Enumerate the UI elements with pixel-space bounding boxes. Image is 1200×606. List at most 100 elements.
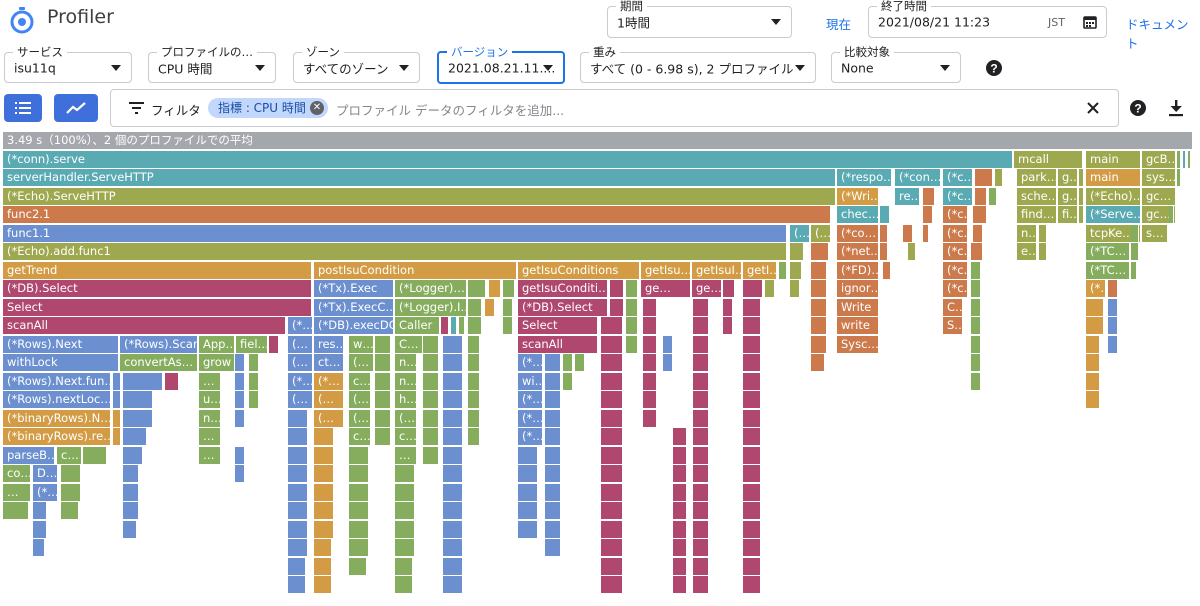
flame-frame[interactable]: … [199, 428, 221, 445]
flame-frame-small[interactable] [723, 317, 733, 334]
flame-frame-small[interactable] [545, 539, 561, 556]
flame-frame-small[interactable] [269, 335, 279, 353]
flame-frame[interactable]: Sysc… [837, 335, 879, 353]
flame-frame-small[interactable] [518, 502, 538, 519]
flame-frame-small[interactable] [693, 372, 709, 390]
flame-frame-small[interactable] [443, 428, 463, 445]
flame-frame-small[interactable] [1177, 169, 1181, 186]
flame-frame-small[interactable] [288, 428, 308, 445]
now-link[interactable]: 現在 [826, 14, 851, 33]
flame-frame-small[interactable] [673, 539, 687, 556]
flame-frame-small[interactable] [693, 391, 709, 408]
flame-frame-small[interactable] [790, 280, 800, 297]
flame-frame-small[interactable] [971, 372, 981, 390]
flame-frame-small[interactable] [83, 446, 107, 464]
flame-frame-small[interactable] [743, 465, 761, 482]
flame-frame-small[interactable] [1131, 261, 1137, 279]
end-time-field[interactable]: 終了時間 2021/08/21 11:23 JST [868, 0, 1107, 38]
flame-frame-small[interactable] [923, 187, 935, 205]
flame-frame[interactable]: main [1086, 150, 1141, 168]
flame-frame[interactable]: n… [199, 409, 221, 427]
flame-frame-small[interactable] [723, 298, 733, 316]
flame-frame-small[interactable] [423, 409, 439, 427]
flame-frame-small[interactable] [601, 576, 623, 593]
flame-frame-small[interactable] [443, 483, 463, 501]
flame-frame-small[interactable] [545, 483, 561, 501]
flame-frame-small[interactable] [811, 261, 827, 279]
flame-frame-small[interactable] [545, 354, 561, 371]
flame-frame-small[interactable] [1169, 206, 1174, 223]
flame-frame-small[interactable] [314, 520, 334, 538]
flame-frame-small[interactable] [518, 446, 538, 464]
flame-frame-small[interactable] [113, 391, 121, 408]
flame-frame-small[interactable] [314, 502, 334, 519]
flame-frame[interactable]: (… [288, 354, 313, 371]
flame-frame[interactable]: getI… [743, 261, 777, 279]
flame-frame-small[interactable] [468, 409, 480, 427]
flame-frame[interactable]: … [395, 446, 417, 464]
list-view-button[interactable] [4, 94, 42, 122]
flame-frame-small[interactable] [423, 372, 439, 390]
flame-frame[interactable]: (*Tx).Exec [314, 280, 394, 297]
flame-frame-small[interactable] [349, 502, 369, 519]
flame-frame-small[interactable] [563, 372, 573, 390]
flame-frame[interactable]: w… [349, 335, 374, 353]
flame-frame-small[interactable] [626, 280, 638, 297]
flame-frame-small[interactable] [61, 502, 79, 519]
flame-frame-small[interactable] [743, 446, 761, 464]
flame-frame-small[interactable] [883, 261, 891, 279]
flame-frame[interactable]: (*co… [837, 224, 879, 242]
download-icon[interactable] [1166, 98, 1186, 118]
flame-frame-small[interactable] [288, 576, 306, 593]
flame-frame-small[interactable] [643, 317, 657, 334]
flame-frame-small[interactable] [626, 317, 638, 334]
flame-frame-small[interactable] [693, 576, 709, 593]
flame-frame[interactable]: ignor… [837, 280, 879, 297]
flame-frame[interactable]: Select [518, 317, 598, 334]
flame-frame[interactable]: (… [349, 354, 374, 371]
flame-frame[interactable]: co… [3, 465, 31, 482]
flame-frame-small[interactable] [601, 391, 623, 408]
flame-frame[interactable]: (*DB).Select [3, 280, 312, 297]
flame-frame[interactable]: n… [395, 372, 417, 390]
flame-frame-small[interactable] [626, 298, 638, 316]
flame-frame-small[interactable] [693, 465, 709, 482]
flame-frame-small[interactable] [33, 502, 47, 519]
flame-frame-small[interactable] [375, 372, 391, 390]
flame-frame-small[interactable] [288, 409, 308, 427]
flame-frame-small[interactable] [811, 243, 829, 260]
flame-frame-small[interactable] [971, 317, 981, 334]
flame-frame-small[interactable] [113, 409, 121, 427]
flame-frame[interactable]: (*… [33, 483, 58, 501]
flame-frame-small[interactable] [485, 298, 495, 316]
flame-frame[interactable]: (… [811, 224, 831, 242]
flame-frame[interactable]: (*Logger).I… [395, 298, 467, 316]
flame-frame-small[interactable] [1086, 317, 1104, 334]
flame-frame-small[interactable] [975, 187, 987, 205]
flame-frame-small[interactable] [1086, 298, 1104, 316]
flame-frame-small[interactable] [601, 335, 623, 353]
flame-frame[interactable]: (*DB).Select [518, 298, 608, 316]
flame-frame-small[interactable] [468, 298, 482, 316]
flame-frame-small[interactable] [973, 206, 987, 223]
flame-frame-small[interactable] [314, 465, 334, 482]
calendar-icon[interactable] [1083, 15, 1097, 29]
flame-frame-small[interactable] [743, 428, 761, 445]
flame-frame-small[interactable] [349, 465, 369, 482]
flame-frame-small[interactable] [443, 539, 463, 556]
flame-frame[interactable]: (*Echo)… [1086, 187, 1141, 205]
flame-frame-small[interactable] [314, 483, 334, 501]
flame-frame-small[interactable] [443, 520, 463, 538]
flame-frame[interactable]: sche… [1017, 187, 1057, 205]
flame-frame-small[interactable] [923, 224, 929, 242]
filter-chip[interactable]: 指標 : CPU 時間 ✕ [208, 98, 328, 118]
flame-frame-small[interactable] [601, 557, 623, 575]
flame-frame-small[interactable] [743, 409, 761, 427]
flame-frame-small[interactable] [673, 502, 687, 519]
flame-frame-small[interactable] [443, 335, 463, 353]
flame-frame[interactable]: getTrend [3, 261, 312, 279]
flame-frame[interactable]: grow [199, 354, 235, 371]
flame-frame-small[interactable] [601, 428, 623, 445]
flame-frame[interactable]: (*… [518, 391, 543, 408]
flame-frame-small[interactable] [1086, 335, 1100, 353]
